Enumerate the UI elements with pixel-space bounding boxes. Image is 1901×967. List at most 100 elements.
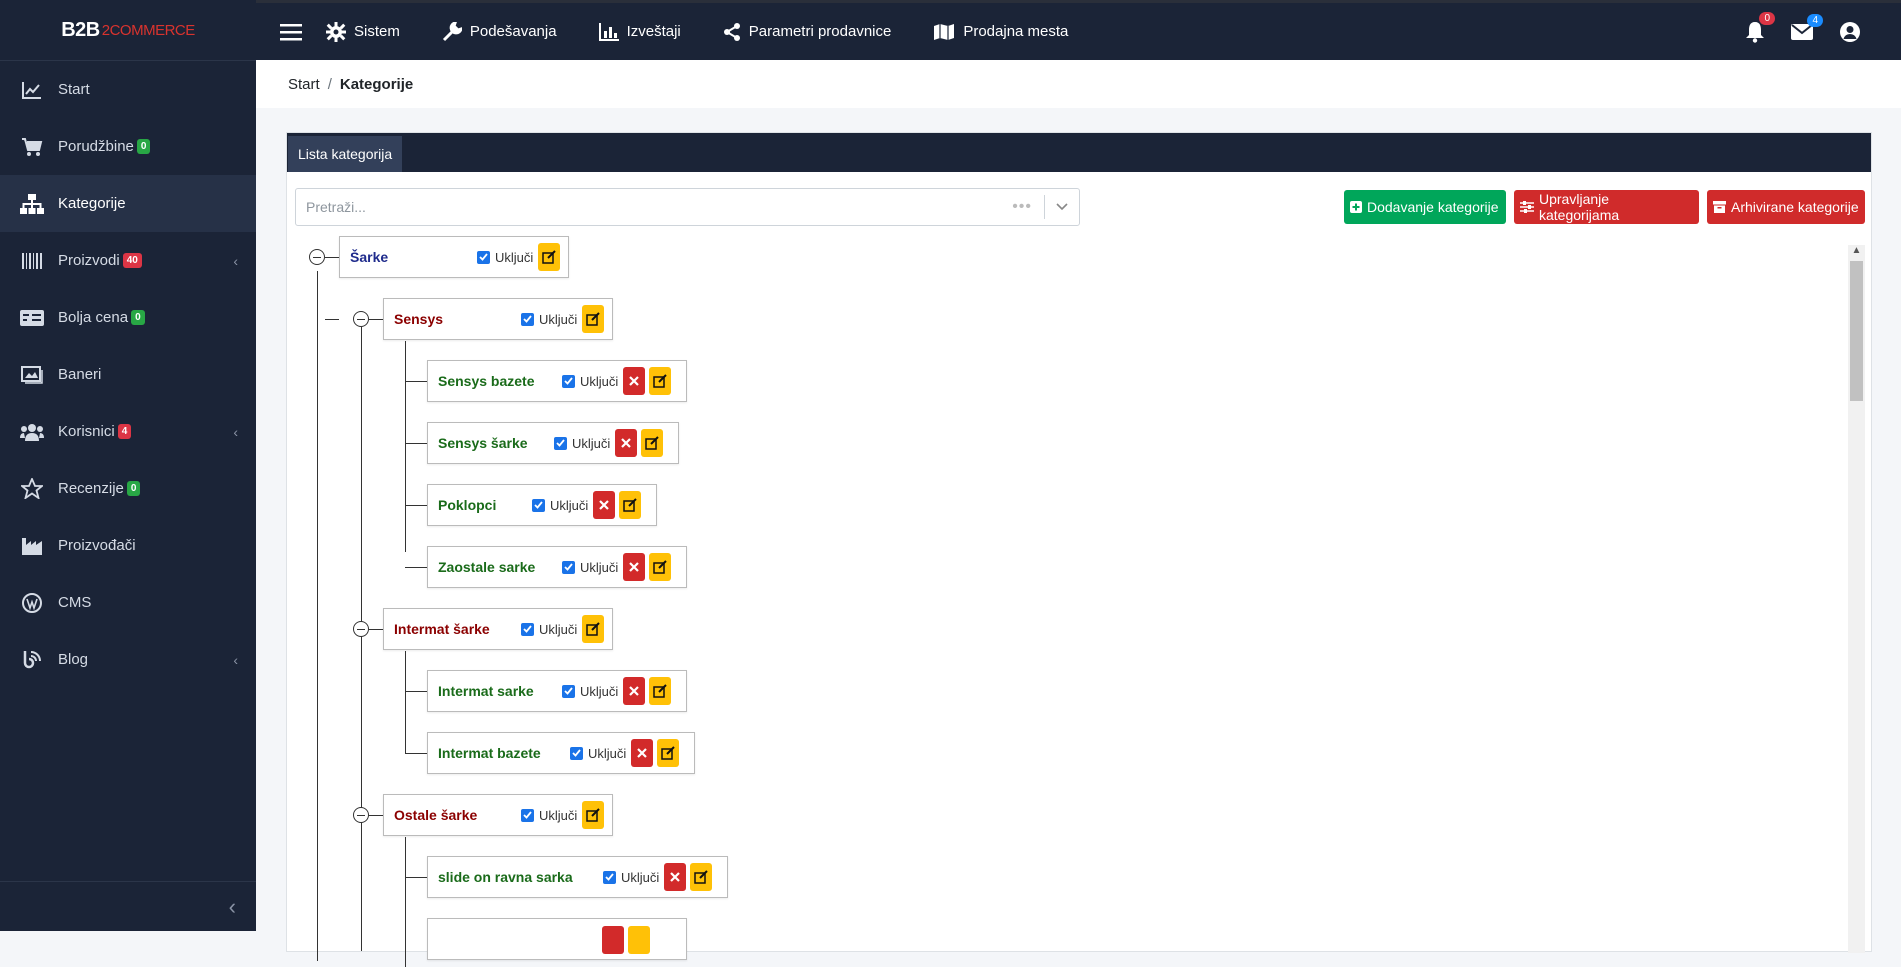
- sidebar-item-blog[interactable]: Blog ‹: [0, 631, 256, 688]
- edit-button[interactable]: [619, 491, 642, 519]
- edit-button[interactable]: [649, 677, 672, 705]
- scroll-thumb[interactable]: [1850, 261, 1863, 401]
- tab-lista-kategorija[interactable]: Lista kategorija: [288, 136, 403, 172]
- category-name[interactable]: Sensys: [394, 311, 521, 327]
- edit-button[interactable]: [582, 801, 605, 829]
- delete-button[interactable]: [615, 429, 638, 457]
- collapse-toggle[interactable]: [353, 311, 369, 327]
- category-name[interactable]: Poklopci: [438, 497, 532, 513]
- enable-checkbox[interactable]: [554, 436, 567, 450]
- edit-icon: [694, 870, 709, 884]
- chevron-down-icon[interactable]: [1045, 203, 1079, 211]
- edit-button[interactable]: [649, 367, 672, 395]
- notifications-button[interactable]: 0: [1745, 12, 1775, 46]
- sidebar-item-proizvodi[interactable]: Proizvodi 40 ‹: [0, 232, 256, 289]
- sidebar-item-recenzije[interactable]: Recenzije 0: [0, 460, 256, 517]
- tree-node-partial[interactable]: [427, 918, 687, 960]
- edit-button[interactable]: [538, 243, 561, 271]
- delete-button[interactable]: [664, 863, 687, 891]
- manage-categories-button[interactable]: Upravljanje kategorijama: [1514, 190, 1699, 224]
- brand-logo[interactable]: B2B 2COMMERCE: [0, 0, 256, 61]
- enable-checkbox[interactable]: [562, 684, 575, 698]
- category-name[interactable]: Sensys šarke: [438, 435, 554, 451]
- edit-icon: [645, 436, 660, 450]
- tree-connector: [405, 381, 427, 382]
- delete-button[interactable]: [623, 367, 646, 395]
- tree-node[interactable]: Intermat bazete Uključi: [427, 732, 695, 774]
- enable-checkbox[interactable]: [570, 746, 583, 760]
- sidebar-item-start[interactable]: Start: [0, 61, 256, 118]
- scroll-up-arrow[interactable]: ▲: [1848, 245, 1865, 259]
- category-search[interactable]: •••: [295, 188, 1080, 226]
- category-name[interactable]: Ostale šarke: [394, 807, 521, 823]
- tree-connector: [405, 877, 427, 878]
- nav-sistem[interactable]: Sistem: [326, 21, 400, 42]
- enable-checkbox[interactable]: [477, 250, 490, 264]
- hamburger-menu-button[interactable]: [256, 23, 326, 41]
- edit-button[interactable]: [657, 739, 680, 767]
- enable-checkbox[interactable]: [521, 622, 534, 636]
- collapse-toggle[interactable]: [309, 249, 325, 265]
- sidebar-item-proizvodjaci[interactable]: Proizvođači: [0, 517, 256, 574]
- add-category-button[interactable]: Dodavanje kategorije: [1344, 190, 1506, 224]
- edit-button[interactable]: [628, 926, 650, 954]
- enable-checkbox[interactable]: [603, 870, 616, 884]
- message-count-badge: 4: [1807, 14, 1823, 27]
- tree-node[interactable]: Intermat šarke Uključi: [383, 608, 613, 650]
- enable-checkbox[interactable]: [562, 560, 575, 574]
- delete-button[interactable]: [623, 677, 646, 705]
- sidebar-item-porudzbine[interactable]: Porudžbine 0: [0, 118, 256, 175]
- category-name[interactable]: slide on ravna sarka: [438, 869, 603, 885]
- tree-node[interactable]: Poklopci Uključi: [427, 484, 657, 526]
- search-input[interactable]: [296, 190, 1013, 224]
- category-name[interactable]: Sensys bazete: [438, 373, 562, 389]
- tree-scrollbar[interactable]: ▲: [1848, 245, 1865, 953]
- enable-checkbox[interactable]: [532, 498, 545, 512]
- edit-icon: [586, 808, 601, 822]
- edit-button[interactable]: [582, 615, 605, 643]
- delete-button[interactable]: [631, 739, 654, 767]
- tree-node[interactable]: Ostale šarke Uključi: [383, 794, 613, 836]
- collapse-toggle[interactable]: [353, 621, 369, 637]
- tree-node[interactable]: Sensys Uključi: [383, 298, 613, 340]
- category-name[interactable]: Šarke: [350, 249, 477, 265]
- breadcrumb-home-link[interactable]: Start: [288, 76, 320, 93]
- edit-button[interactable]: [690, 863, 713, 891]
- sidebar-item-cms[interactable]: CMS: [0, 574, 256, 631]
- nav-prodajna-mesta[interactable]: Prodajna mesta: [933, 23, 1068, 41]
- nav-parametri-prodavnice[interactable]: Parametri prodavnice: [723, 22, 891, 42]
- nav-podesavanja[interactable]: Podešavanja: [442, 21, 557, 42]
- tree-node[interactable]: Sensys bazete Uključi: [427, 360, 687, 402]
- edit-button[interactable]: [582, 305, 605, 333]
- collapse-toggle[interactable]: [353, 807, 369, 823]
- tree-node[interactable]: Šarke Uključi: [339, 236, 569, 278]
- edit-button[interactable]: [641, 429, 664, 457]
- delete-button[interactable]: [593, 491, 616, 519]
- sidebar-item-korisnici[interactable]: Korisnici 4 ‹: [0, 403, 256, 460]
- delete-button[interactable]: [602, 926, 624, 954]
- archived-categories-button[interactable]: Arhivirane kategorije: [1707, 190, 1865, 224]
- enable-checkbox[interactable]: [521, 312, 534, 326]
- tree-node[interactable]: slide on ravna sarka Uključi: [427, 856, 728, 898]
- enable-label: Uključi: [539, 807, 578, 823]
- tree-node[interactable]: Sensys šarke Uključi: [427, 422, 679, 464]
- category-name[interactable]: Zaostale sarke: [438, 559, 562, 575]
- category-name[interactable]: Intermat sarke: [438, 683, 562, 699]
- categories-card: Lista kategorija ••• Dodavanje kategorij…: [286, 132, 1872, 967]
- sidebar-item-kategorije[interactable]: Kategorije: [0, 175, 256, 232]
- tree-node[interactable]: Zaostale sarke Uključi: [427, 546, 687, 588]
- enable-checkbox[interactable]: [521, 808, 534, 822]
- sidebar-item-baneri[interactable]: Baneri: [0, 346, 256, 403]
- user-menu-button[interactable]: [1839, 21, 1861, 46]
- tree-node[interactable]: Intermat sarke Uključi: [427, 670, 687, 712]
- nav-izvestaji[interactable]: Izveštaji: [598, 22, 681, 41]
- category-name[interactable]: Intermat bazete: [438, 745, 570, 761]
- sidebar-item-bolja-cena[interactable]: Bolja cena 0: [0, 289, 256, 346]
- blog-icon: [20, 649, 44, 671]
- edit-button[interactable]: [649, 553, 672, 581]
- enable-checkbox[interactable]: [562, 374, 575, 388]
- category-name[interactable]: Intermat šarke: [394, 621, 521, 637]
- messages-button[interactable]: 4: [1791, 14, 1823, 44]
- sidebar-collapse-button[interactable]: ‹: [0, 881, 256, 931]
- delete-button[interactable]: [623, 553, 646, 581]
